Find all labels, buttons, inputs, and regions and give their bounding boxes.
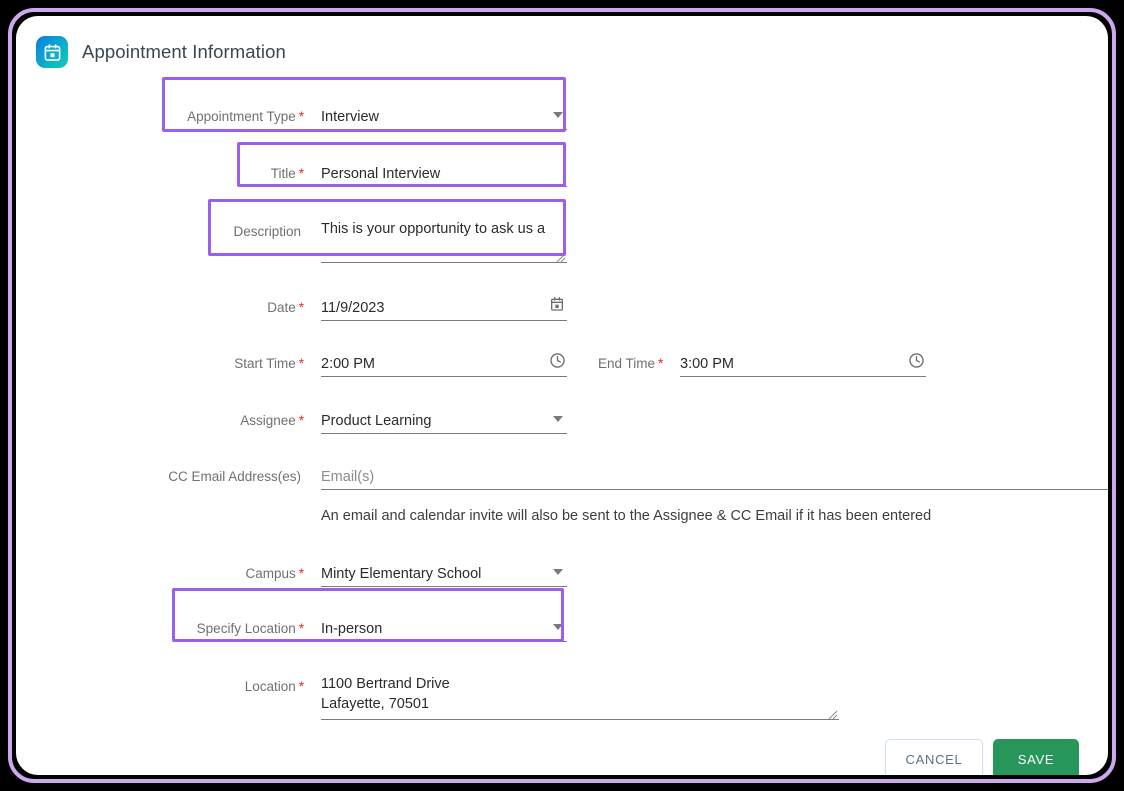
specify-location-value: In-person (321, 620, 383, 637)
clock-icon[interactable] (549, 352, 567, 370)
field-row-location: Location * 1100 Bertrand Drive Lafayette,… (239, 674, 839, 720)
field-row-end-time: End Time * 3:00 PM (598, 351, 926, 377)
assignee-label-text: Assignee (240, 413, 296, 428)
description-value: This is your opportunity to ask us a (321, 221, 546, 237)
field-row-specify-location: Specify Location * In-person (192, 616, 567, 642)
date-label: Date * (266, 295, 304, 318)
appointment-type-label-text: Appointment Type (187, 109, 296, 124)
cc-email-helper-text: An email and calendar invite will also b… (321, 508, 932, 524)
required-asterisk: * (298, 413, 304, 428)
specify-location-dropdown[interactable]: In-person (321, 616, 567, 642)
cc-email-input[interactable]: Email(s) (321, 464, 1108, 490)
calendar-icon[interactable] (549, 296, 567, 314)
location-textarea[interactable]: 1100 Bertrand Drive Lafayette, 70501 (321, 674, 839, 720)
title-label: Title * (259, 161, 304, 184)
date-value: 11/9/2023 (321, 299, 385, 316)
card-header: Appointment Information (36, 36, 286, 68)
appointment-form-card: Appointment Information Appointment Type… (16, 16, 1108, 775)
field-row-start-time: Start Time * 2:00 PM (227, 351, 567, 377)
description-label-text: Description (233, 224, 301, 239)
clock-icon[interactable] (908, 352, 926, 370)
start-time-label: Start Time * (227, 351, 304, 374)
field-row-appointment-type: Appointment Type * Interview (182, 104, 567, 130)
start-time-label-text: Start Time (234, 356, 296, 371)
required-asterisk: * (298, 356, 304, 371)
page-title: Appointment Information (82, 41, 286, 62)
required-asterisk: * (298, 566, 304, 581)
field-row-description: Description This is your opportunity to … (229, 219, 567, 263)
campus-label: Campus * (240, 561, 304, 584)
field-row-assignee: Assignee * Product Learning (236, 408, 567, 434)
cc-email-label: CC Email Address(es) (167, 464, 304, 487)
title-label-text: Title (270, 166, 296, 181)
location-value: 1100 Bertrand Drive Lafayette, 70501 (321, 676, 450, 712)
cc-email-label-text: CC Email Address(es) (168, 469, 301, 484)
assignee-label: Assignee * (236, 408, 304, 431)
date-input[interactable]: 11/9/2023 (321, 295, 567, 321)
date-label-text: Date (267, 300, 296, 315)
appointment-type-value: Interview (321, 108, 380, 125)
chevron-down-icon (553, 569, 563, 575)
cc-email-placeholder: Email(s) (321, 468, 375, 485)
start-time-input[interactable]: 2:00 PM (321, 351, 567, 377)
required-asterisk: * (298, 679, 304, 694)
description-textarea[interactable]: This is your opportunity to ask us a (321, 219, 567, 263)
campus-dropdown[interactable]: Minty Elementary School (321, 561, 567, 587)
description-label: Description (229, 219, 304, 242)
end-time-value: 3:00 PM (680, 355, 734, 372)
field-row-cc-email: CC Email Address(es) Email(s) (167, 464, 1108, 490)
required-asterisk: * (298, 300, 304, 315)
resize-handle-icon[interactable] (828, 707, 838, 720)
start-time-value: 2:00 PM (321, 355, 375, 372)
specify-location-label: Specify Location * (192, 616, 304, 639)
appointment-type-dropdown[interactable]: Interview (321, 104, 567, 130)
footer-actions: CANCEL SAVE (885, 739, 1079, 775)
campus-value: Minty Elementary School (321, 565, 482, 582)
end-time-label: End Time * (598, 351, 663, 374)
campus-label-text: Campus (245, 566, 296, 581)
required-asterisk: * (658, 356, 664, 371)
required-asterisk: * (298, 109, 304, 124)
required-asterisk: * (298, 166, 304, 181)
location-label: Location * (239, 674, 304, 697)
location-label-text: Location (244, 679, 296, 694)
app-window-frame: Appointment Information Appointment Type… (8, 8, 1116, 783)
resize-handle-icon[interactable] (556, 250, 566, 263)
chevron-down-icon (553, 416, 563, 422)
assignee-dropdown[interactable]: Product Learning (321, 408, 567, 434)
title-input[interactable]: Personal Interview (321, 161, 567, 187)
calendar-icon (36, 36, 68, 68)
chevron-down-icon (553, 624, 563, 630)
field-row-campus: Campus * Minty Elementary School (240, 561, 567, 587)
required-asterisk: * (298, 621, 304, 636)
end-time-input[interactable]: 3:00 PM (680, 351, 926, 377)
save-button[interactable]: SAVE (993, 739, 1079, 775)
title-value: Personal Interview (321, 165, 441, 182)
assignee-value: Product Learning (321, 412, 432, 429)
chevron-down-icon (553, 112, 563, 118)
field-row-date: Date * 11/9/2023 (266, 295, 567, 321)
field-row-title: Title * Personal Interview (259, 161, 567, 187)
end-time-label-text: End Time (598, 356, 656, 371)
appointment-type-label: Appointment Type * (182, 104, 304, 127)
cancel-button[interactable]: CANCEL (885, 739, 983, 775)
specify-location-label-text: Specify Location (196, 621, 296, 636)
